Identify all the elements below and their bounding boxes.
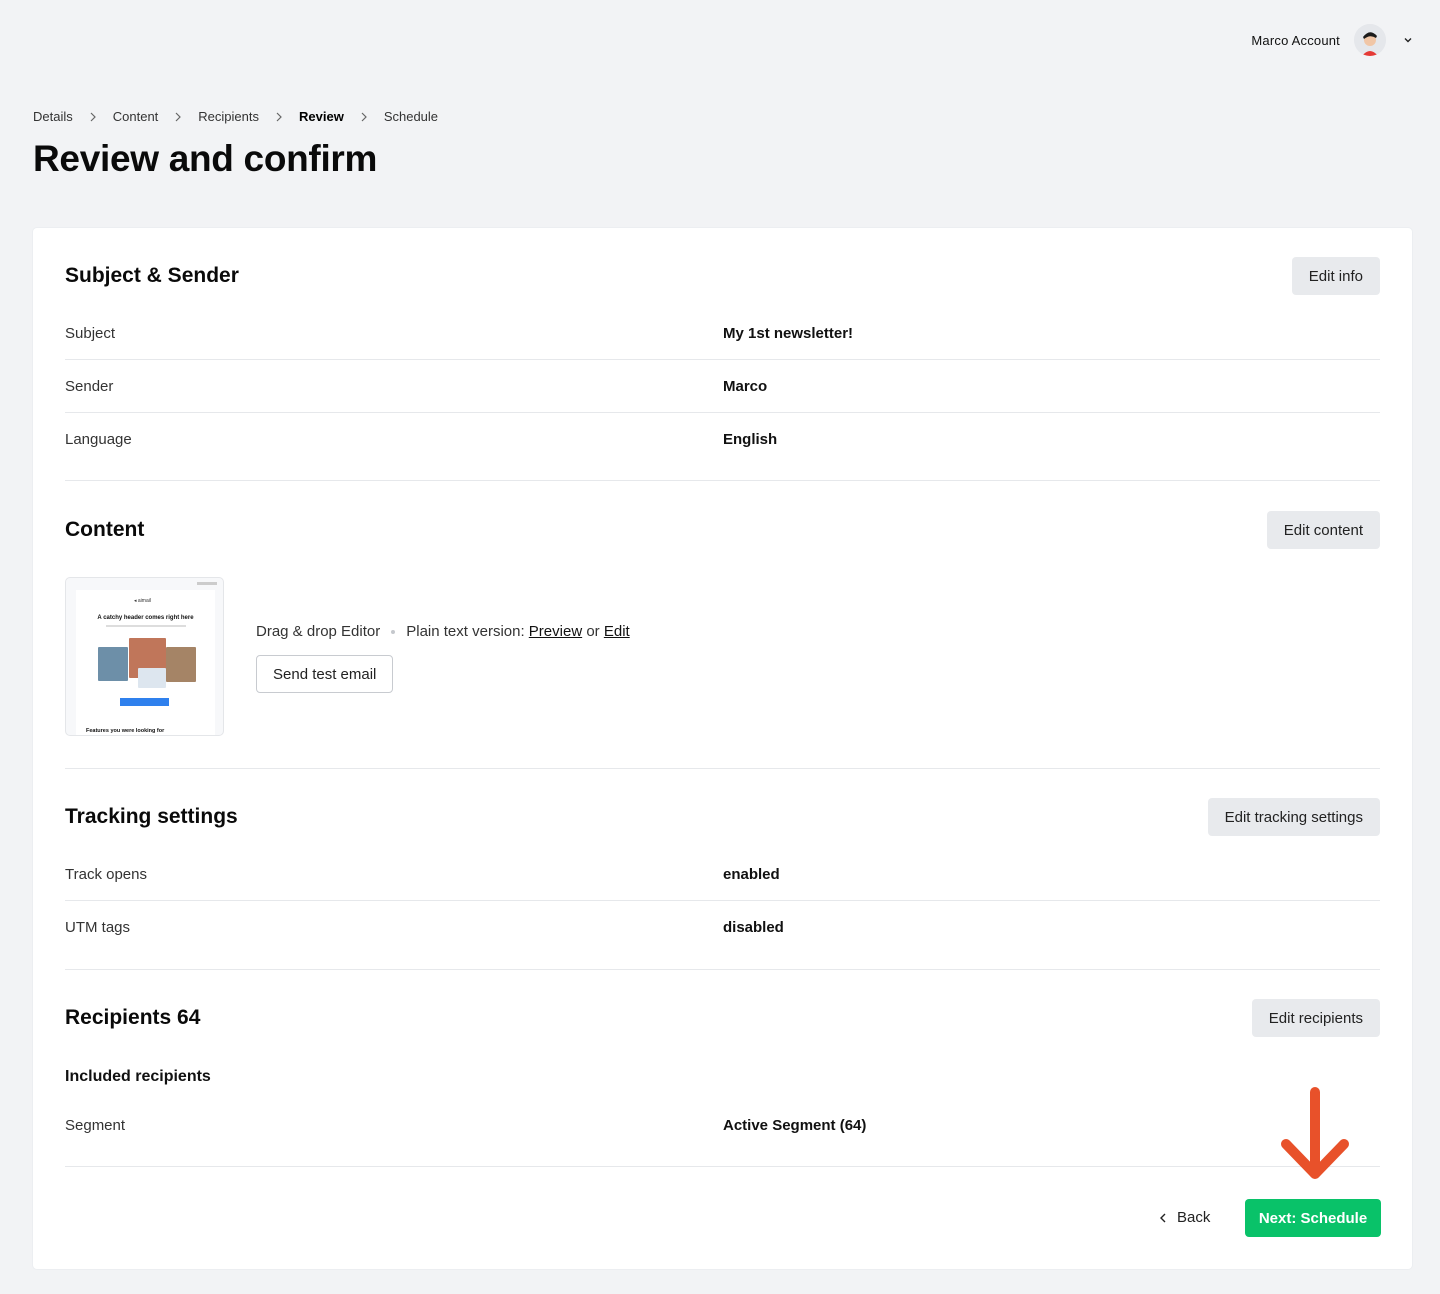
back-label: Back (1177, 1209, 1211, 1226)
section-title-recipients: Recipients 64 (65, 1006, 201, 1029)
edit-plain-text-link[interactable]: Edit (604, 623, 630, 640)
included-recipients-title: Included recipients (65, 1068, 211, 1085)
row-value: My 1st newsletter! (723, 324, 854, 342)
edit-recipients-button[interactable]: Edit recipients (1251, 999, 1380, 1037)
thumbnail-button (120, 698, 169, 706)
info-row-utm-tags: UTM tags disabled (65, 901, 1380, 954)
info-row-sender: Sender Marco (65, 360, 1380, 413)
next-schedule-button[interactable]: Next: Schedule (1245, 1199, 1381, 1237)
section-title-content: Content (65, 518, 145, 541)
editor-type: Drag & drop Editor (256, 623, 381, 640)
thumbnail-page: ◂ aimail A catchy header comes right her… (76, 590, 215, 735)
edit-content-button[interactable]: Edit content (1266, 511, 1380, 549)
section-divider (65, 969, 1380, 970)
row-value: Active Segment (64) (723, 1117, 867, 1134)
send-test-email-button[interactable]: Send test email (256, 655, 394, 693)
row-value: Marco (723, 377, 768, 395)
account-menu[interactable]: Marco Account (1251, 24, 1414, 56)
section-divider (65, 480, 1380, 481)
breadcrumb-schedule[interactable]: Schedule (384, 109, 438, 124)
chevron-right-icon (90, 112, 96, 121)
breadcrumb-content[interactable]: Content (113, 109, 159, 124)
account-name: Marco Account (1251, 32, 1340, 48)
edit-info-button[interactable]: Edit info (1291, 257, 1380, 295)
info-row-segment: Segment Active Segment (64) (65, 1099, 1380, 1152)
separator-dot (391, 629, 396, 634)
back-button[interactable]: Back (1159, 1209, 1210, 1226)
breadcrumb-recipients[interactable]: Recipients (198, 109, 259, 124)
row-label: Language (65, 431, 132, 448)
breadcrumb-review: Review (299, 109, 344, 124)
thumbnail-tag (197, 582, 217, 585)
thumbnail-header: A catchy header comes right here (97, 615, 194, 621)
thumbnail-photo (138, 668, 166, 688)
info-row-language: Language English (65, 413, 1380, 466)
top-bar: Marco Account (0, 0, 1440, 80)
row-value: enabled (723, 865, 780, 883)
thumbnail-photo (166, 647, 196, 682)
info-row-subject: Subject My 1st newsletter! (65, 307, 1380, 360)
breadcrumb: Details Content Recipients Review Schedu… (33, 109, 438, 124)
page-title: Review and confirm (33, 138, 378, 179)
row-label: Sender (65, 377, 114, 395)
chevron-left-icon (1160, 1213, 1166, 1222)
preview-link[interactable]: Preview (529, 623, 582, 640)
down-arrow-annotation-icon (1281, 1087, 1349, 1179)
content-meta: Drag & drop Editor Plain text version: P… (256, 623, 630, 640)
plain-text-label: Plain text version: (406, 623, 525, 640)
chevron-down-icon[interactable] (1402, 34, 1414, 46)
thumbnail-photo (98, 647, 128, 681)
email-preview-thumbnail[interactable]: ◂ aimail A catchy header comes right her… (65, 577, 224, 736)
review-card: Subject & Sender Edit info Subject My 1s… (33, 228, 1412, 1269)
thumbnail-logo: ◂ aimail (134, 598, 151, 604)
user-avatar-icon[interactable] (1354, 24, 1386, 56)
section-divider (65, 768, 1380, 769)
edit-tracking-settings-button[interactable]: Edit tracking settings (1207, 798, 1380, 836)
info-row-track-opens: Track opens enabled (65, 848, 1380, 901)
row-label: Segment (65, 1117, 126, 1134)
chevron-right-icon (175, 112, 182, 121)
row-label: Subject (65, 324, 116, 342)
section-title-tracking: Tracking settings (65, 805, 238, 828)
section-title-subject-sender: Subject & Sender (65, 264, 239, 287)
chevron-right-icon (361, 112, 367, 121)
row-label: Track opens (65, 865, 147, 883)
row-value: disabled (723, 919, 784, 936)
thumbnail-footer: Features you were looking for (86, 728, 165, 734)
breadcrumb-details[interactable]: Details (33, 109, 73, 124)
row-label: UTM tags (65, 919, 131, 936)
chevron-right-icon (276, 112, 282, 121)
section-divider (65, 1166, 1380, 1167)
thumbnail-subtext (106, 625, 186, 627)
or-text: or (586, 623, 600, 640)
row-value: English (723, 431, 778, 448)
